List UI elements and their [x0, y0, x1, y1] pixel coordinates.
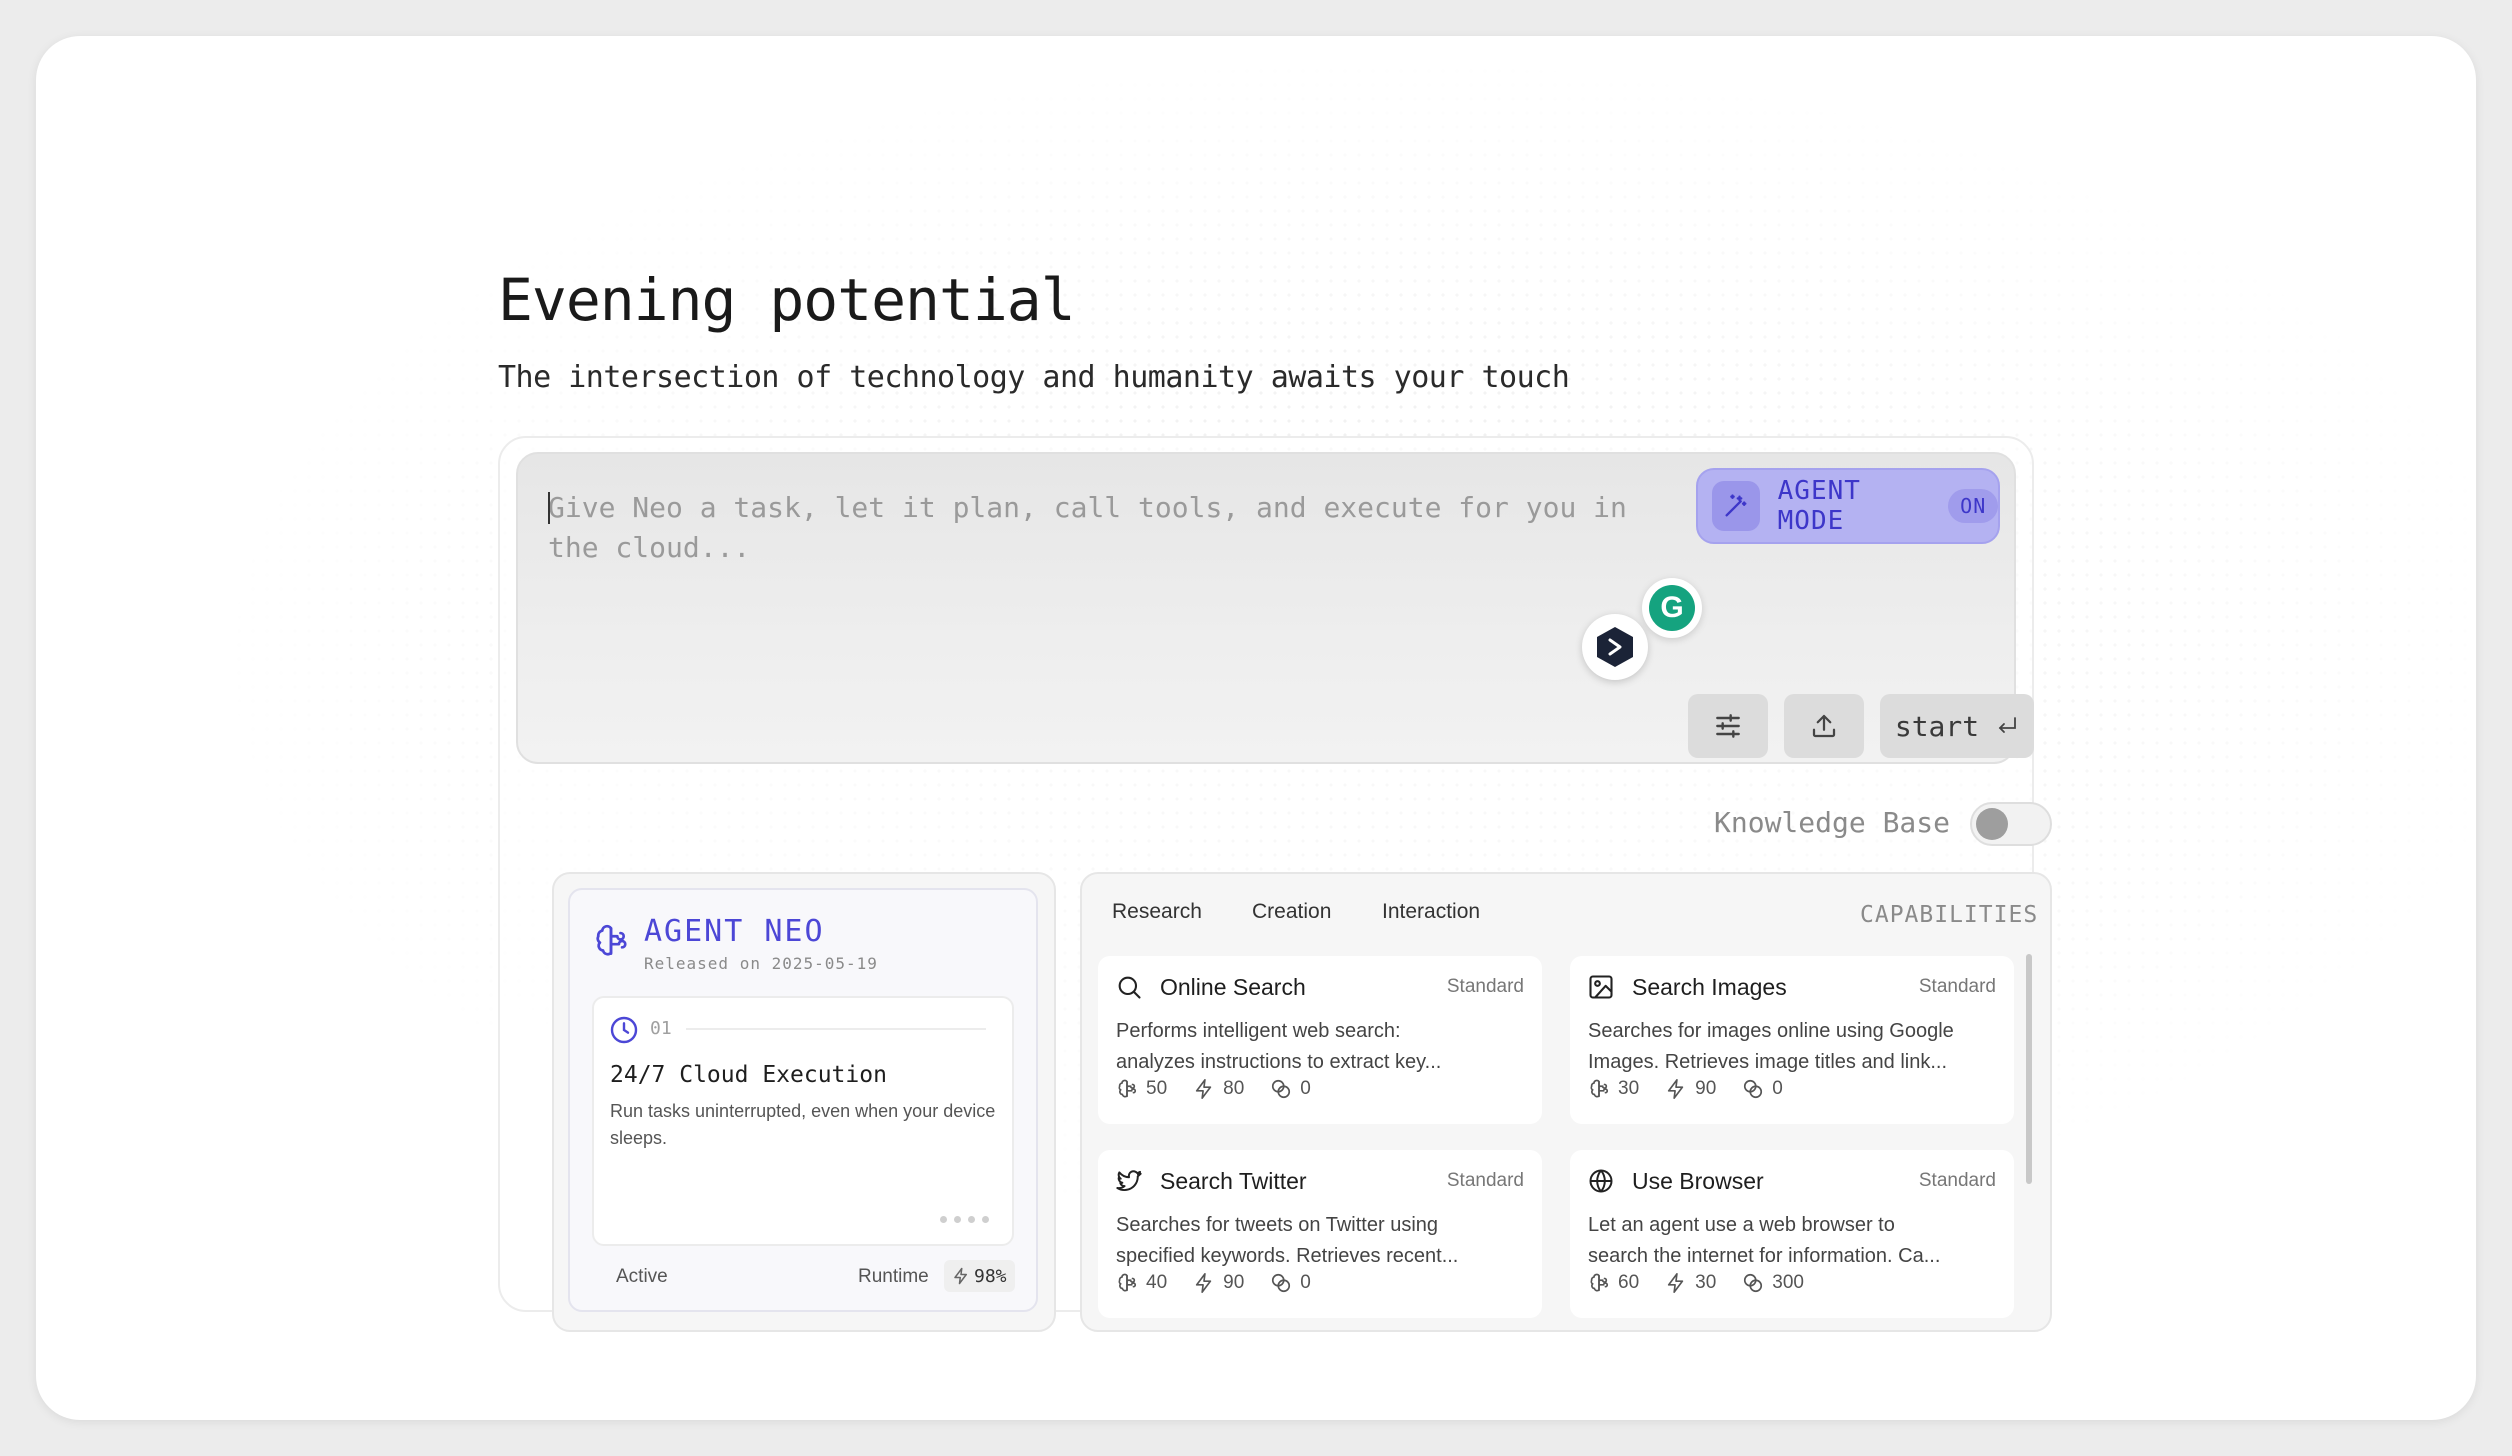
clock-icon — [608, 1014, 640, 1051]
capability-tier: Standard — [1918, 1170, 1996, 1191]
bolt-icon — [1195, 1273, 1212, 1293]
feature-title: 24/7 Cloud Execution — [610, 1062, 887, 1088]
coins-icon — [1744, 1273, 1763, 1293]
tab-research[interactable]: Research — [1112, 900, 1202, 924]
magic-wand-icon — [1712, 481, 1760, 531]
capability-stats: 60 30 300 — [1588, 1272, 1804, 1294]
image-icon — [1586, 972, 1616, 1002]
text-caret — [548, 492, 550, 524]
runtime-label: Runtime — [858, 1266, 929, 1287]
capability-name: Search Twitter — [1160, 1168, 1307, 1194]
capability-tier: Standard — [1918, 976, 1996, 997]
brain-icon — [592, 922, 630, 965]
coins-icon — [1744, 1079, 1763, 1099]
capability-stats: 30 90 0 — [1588, 1078, 1783, 1100]
runtime-badge: 98% — [944, 1260, 1015, 1292]
brain-icon — [1590, 1079, 1609, 1098]
capabilities-header: CAPABILITIES — [1860, 902, 2039, 928]
search-icon — [1114, 972, 1144, 1002]
capability-name: Online Search — [1160, 974, 1306, 1000]
capability-stats: 50 80 0 — [1116, 1078, 1311, 1100]
task-input-placeholder[interactable]: Give Neo a task, let it plan, call tools… — [548, 488, 1648, 568]
feature-divider — [686, 1028, 986, 1030]
capability-description: Searches for images online using Google … — [1588, 1020, 1954, 1073]
bolt-icon — [1195, 1079, 1212, 1099]
capability-card-search-images[interactable]: Search Images Standard Searches for imag… — [1570, 956, 2014, 1124]
capability-description: Searches for tweets on Twitter using spe… — [1116, 1214, 1459, 1267]
knowledge-base-label: Knowledge Base — [1714, 806, 1951, 839]
capability-card-search-twitter[interactable]: Search Twitter Standard Searches for twe… — [1098, 1150, 1542, 1318]
capability-card-online-search[interactable]: Online Search Standard Performs intellig… — [1098, 956, 1542, 1124]
knowledge-base-toggle[interactable] — [1970, 802, 2052, 846]
upload-button[interactable] — [1784, 694, 1864, 758]
feature-number: 01 — [650, 1018, 672, 1039]
start-button[interactable]: start — [1880, 694, 2034, 758]
tab-interaction[interactable]: Interaction — [1382, 900, 1480, 924]
coins-icon — [1272, 1079, 1291, 1099]
coins-icon — [1272, 1273, 1291, 1293]
agent-mode-state-badge: ON — [1948, 489, 1998, 523]
agent-release-date: Released on 2025-05-19 — [644, 954, 878, 973]
page-subtitle: The intersection of technology and human… — [498, 360, 1570, 395]
code-extension-button[interactable] — [1582, 614, 1648, 680]
enter-key-icon — [1998, 717, 2017, 733]
bolt-icon — [1667, 1079, 1684, 1099]
brain-icon — [1118, 1273, 1137, 1292]
agent-mode-label: AGENT MODE — [1777, 476, 1861, 536]
carousel-dots[interactable] — [940, 1216, 989, 1223]
twitter-icon — [1114, 1166, 1144, 1196]
capability-name: Use Browser — [1632, 1168, 1764, 1194]
sliders-icon — [1716, 714, 1740, 738]
grammarly-extension-button[interactable]: G — [1642, 578, 1702, 638]
capability-card-use-browser[interactable]: Use Browser Standard Let an agent use a … — [1570, 1150, 2014, 1318]
runtime-value: 98% — [974, 1265, 1007, 1287]
agent-mode-toggle[interactable]: AGENT MODE ON — [1696, 468, 2000, 544]
capability-description: Performs intelligent web search: analyze… — [1116, 1020, 1442, 1073]
capability-tier: Standard — [1446, 1170, 1524, 1191]
brain-icon — [1118, 1079, 1137, 1098]
upload-icon — [1812, 714, 1836, 738]
capability-tier: Standard — [1446, 976, 1524, 997]
globe-icon — [1586, 1166, 1616, 1196]
toggle-knob — [1976, 808, 2008, 840]
grammarly-icon: G — [1649, 585, 1695, 631]
agent-status: Active — [616, 1266, 668, 1287]
capabilities-scrollbar[interactable] — [2026, 954, 2032, 1184]
page-title: Evening potential — [498, 266, 1076, 334]
capability-description: Let an agent use a web browser to search… — [1588, 1214, 1941, 1267]
start-label: start — [1894, 709, 1980, 743]
bolt-icon — [954, 1267, 967, 1285]
brain-icon — [1590, 1273, 1609, 1292]
agent-name: AGENT NEO — [644, 914, 825, 949]
tab-creation[interactable]: Creation — [1252, 900, 1331, 924]
bolt-icon — [1667, 1273, 1684, 1293]
capability-stats: 40 90 0 — [1116, 1272, 1311, 1294]
settings-sliders-button[interactable] — [1688, 694, 1768, 758]
feature-description: Run tasks uninterrupted, even when your … — [610, 1101, 996, 1148]
hexagon-code-icon — [1597, 627, 1633, 667]
capability-name: Search Images — [1632, 974, 1787, 1000]
